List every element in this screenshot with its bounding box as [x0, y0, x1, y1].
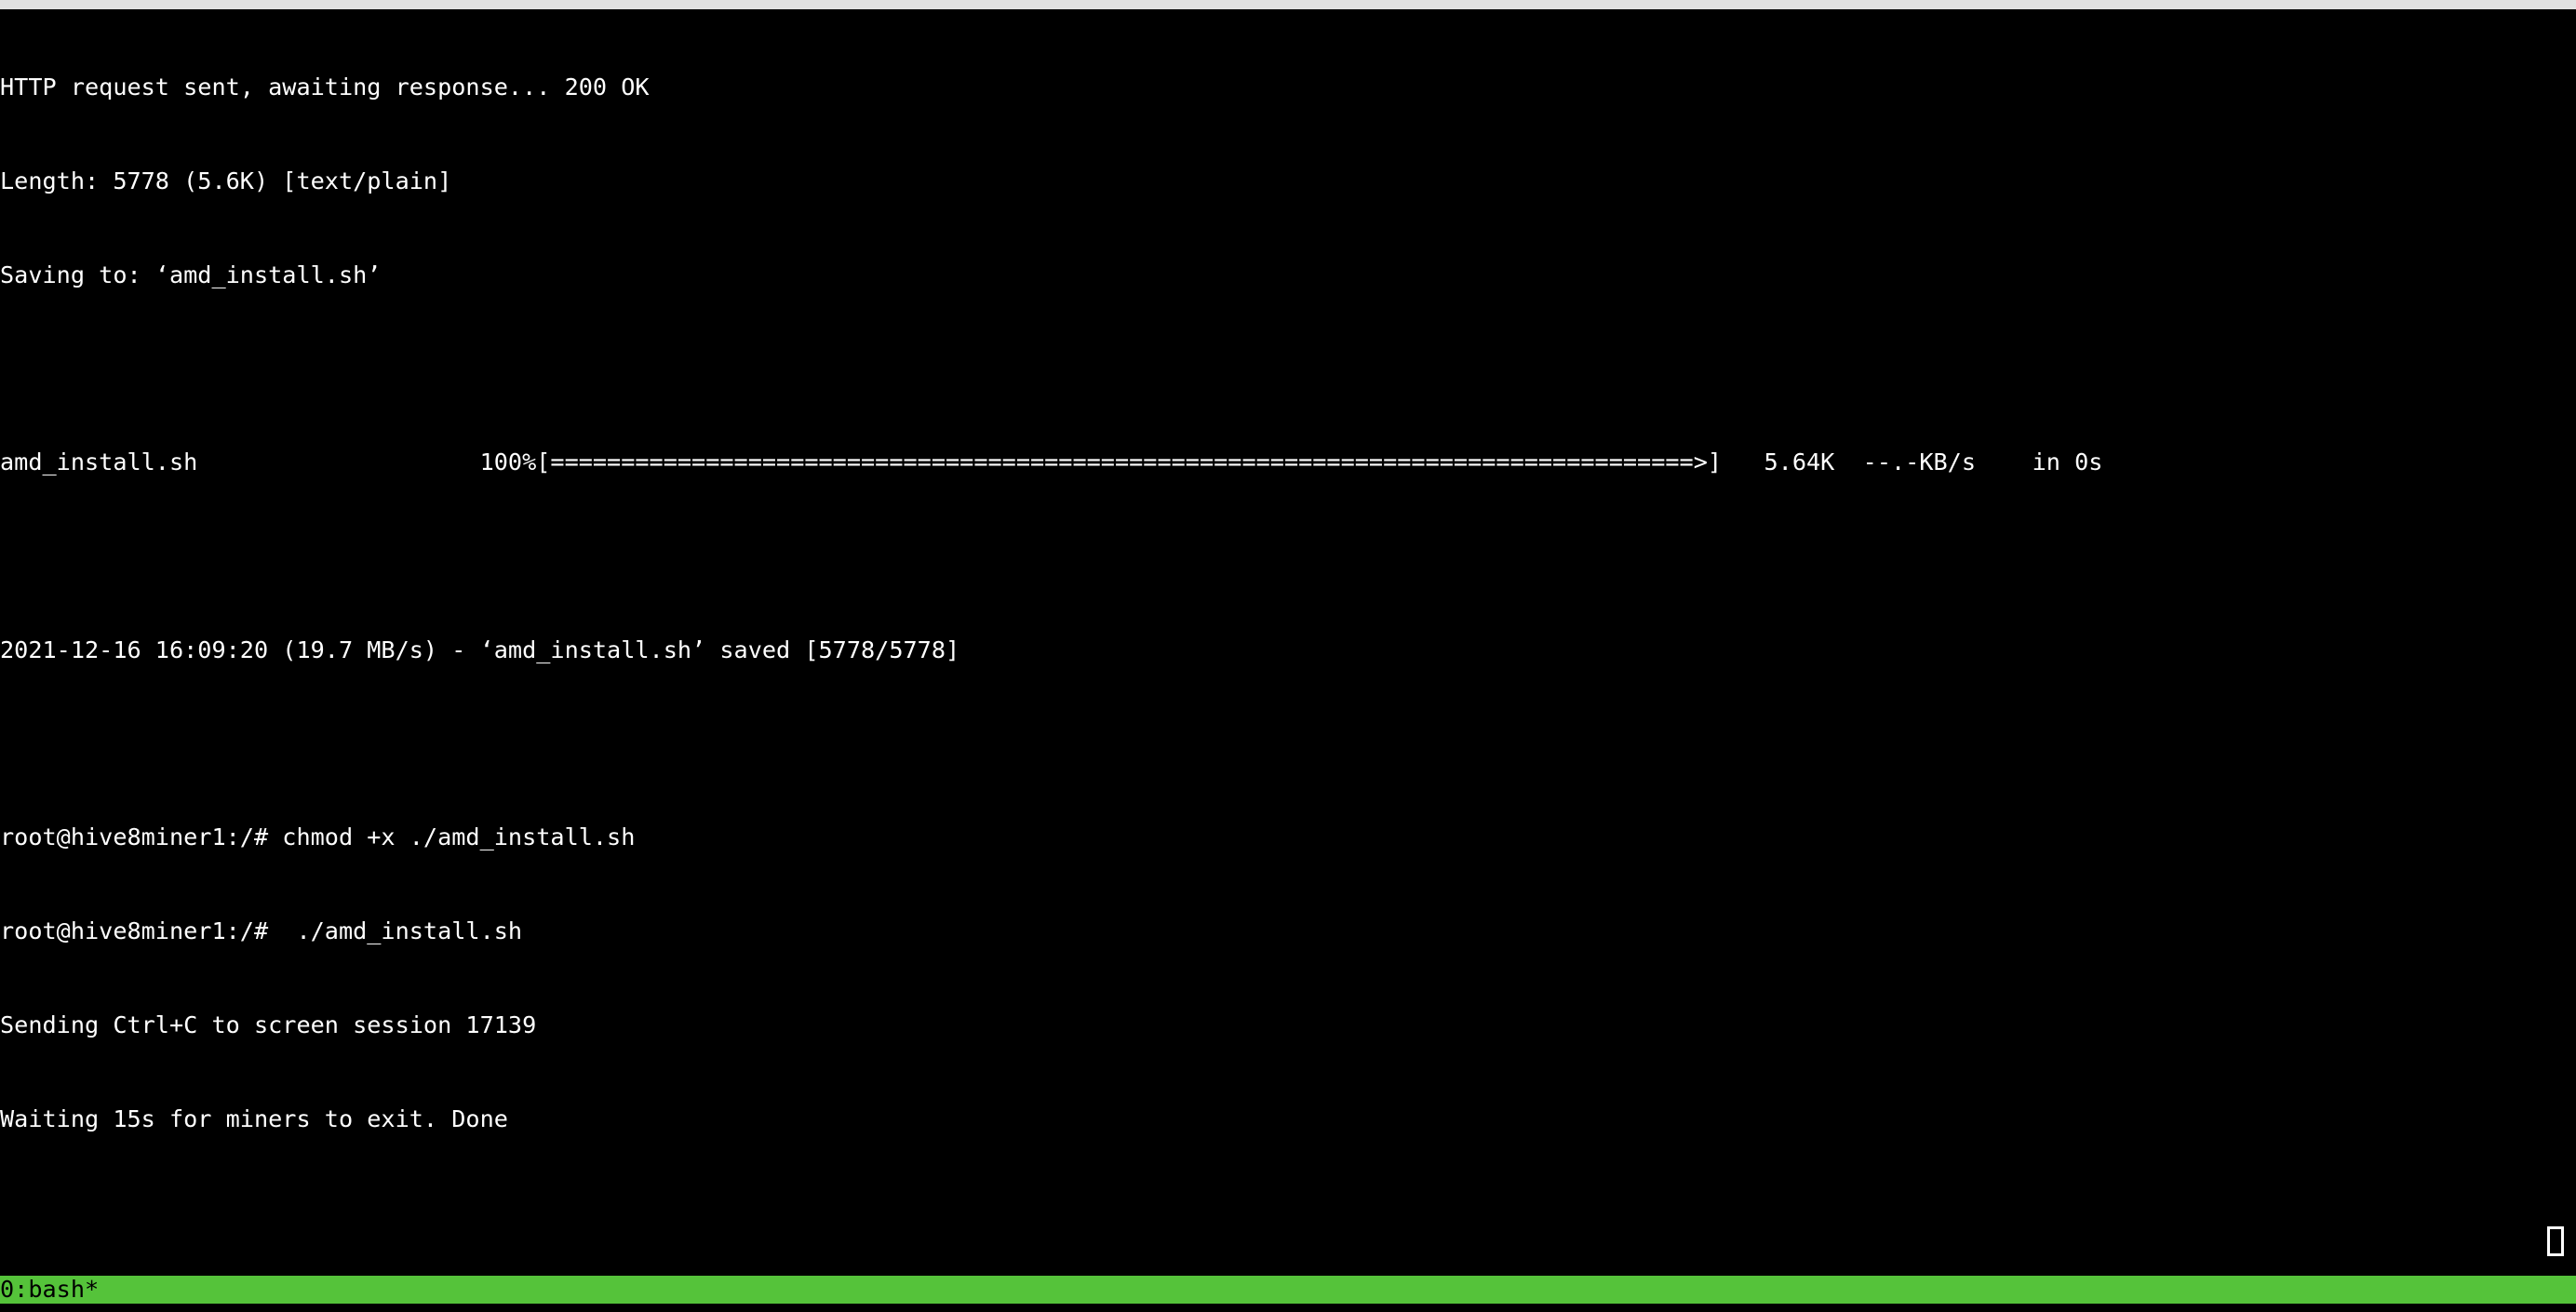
terminal-line-waiting-miners: Waiting 15s for miners to exit. Done [0, 1104, 508, 1132]
window-bottom-filler [0, 1304, 2576, 1312]
text-cursor [2547, 1226, 2564, 1256]
terminal-line-blank-1 [0, 354, 2576, 385]
terminal-line-saved-summary: 2021-12-16 16:09:20 (19.7 MB/s) - ‘amd_i… [0, 636, 960, 663]
tmux-status-bar[interactable]: 0:bash* [0, 1276, 2576, 1304]
status-bar-window-label[interactable]: 0:bash* [0, 1276, 99, 1303]
command-line-run-installer: root@hive8miner1:/# ./amd_install.sh [0, 917, 523, 945]
terminal-line-blank-2 [0, 541, 2576, 572]
terminal-line-http-status-1: HTTP request sent, awaiting response... … [0, 74, 650, 101]
terminal-output-area[interactable]: HTTP request sent, awaiting response... … [0, 9, 2576, 1279]
progress-bar-line-1: amd_install.sh 100%[====================… [0, 448, 2103, 476]
terminal-line-blank-4 [0, 1198, 2576, 1229]
terminal-line-sending-ctrlc: Sending Ctrl+C to screen session 17139 [0, 1011, 537, 1038]
window-title-strip [0, 0, 2576, 9]
command-line-chmod: root@hive8miner1:/# chmod +x ./amd_insta… [0, 823, 636, 851]
terminal-line-saving-to-1: Saving to: ‘amd_install.sh’ [0, 261, 382, 288]
terminal-line-blank-3 [0, 729, 2576, 760]
terminal-line-length-1: Length: 5778 (5.6K) [text/plain] [0, 167, 452, 194]
terminal-window: HTTP request sent, awaiting response... … [0, 0, 2576, 1312]
